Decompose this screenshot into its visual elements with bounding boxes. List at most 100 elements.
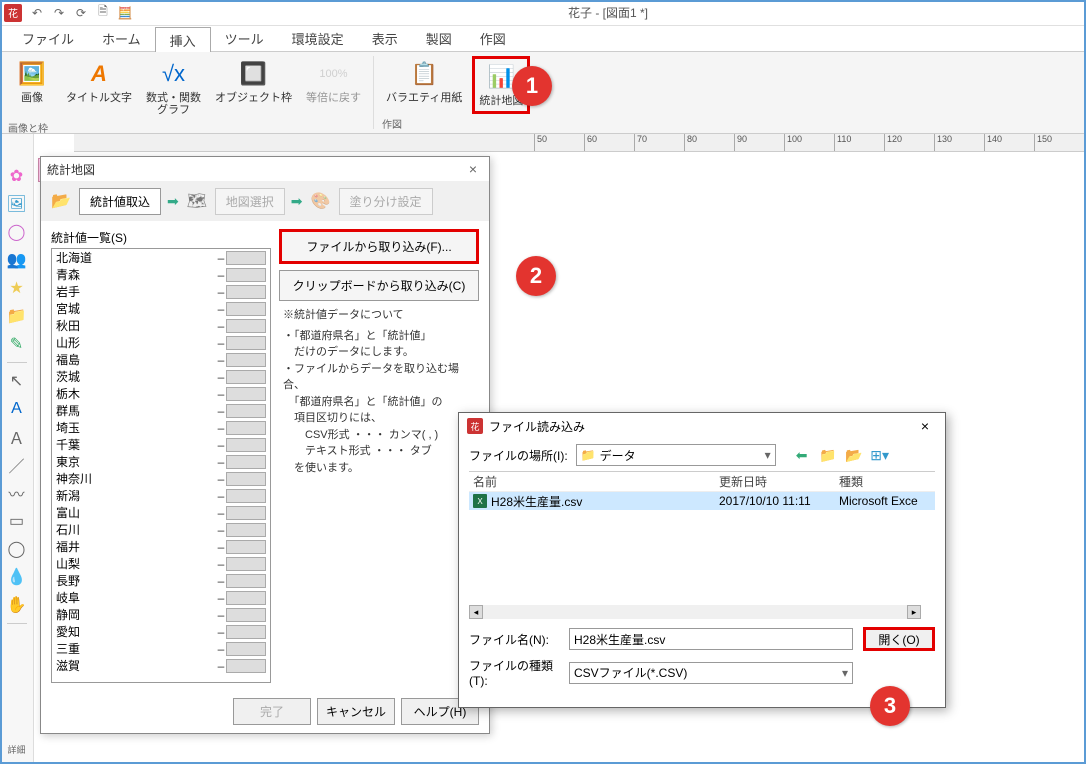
menu-view[interactable]: 表示 (358, 26, 412, 51)
list-item[interactable]: 滋賀– (52, 657, 270, 674)
doc-icon[interactable]: 🗎 (94, 4, 112, 22)
list-item[interactable]: 千葉– (52, 436, 270, 453)
list-item[interactable]: 岩手– (52, 283, 270, 300)
list-item[interactable]: 群馬– (52, 402, 270, 419)
shapes-tool-icon[interactable]: ◯ (5, 220, 29, 244)
curve-tool-icon[interactable]: 〰 (5, 481, 29, 505)
eyedropper-tool-icon[interactable]: 💧 (5, 565, 29, 589)
ribbon-objectframe-button[interactable]: 🔲 オブジェクト枠 (211, 56, 296, 118)
cancel-button[interactable]: キャンセル (317, 698, 395, 725)
value-box[interactable] (226, 404, 266, 418)
line-tool-icon[interactable]: ／ (5, 453, 29, 477)
clipboard-import-button[interactable]: クリップボードから取り込み(C) (279, 270, 479, 301)
location-combo[interactable]: 📁 データ ▾ (576, 444, 776, 466)
folder-open-icon[interactable]: 📂 (49, 189, 73, 213)
pen-tool-icon[interactable]: ✎ (5, 332, 29, 356)
undo-icon[interactable]: ↶ (28, 4, 46, 22)
view-menu-icon[interactable]: ⊞▾ (870, 445, 890, 465)
menu-drafting[interactable]: 製図 (412, 26, 466, 51)
list-item[interactable]: 新潟– (52, 487, 270, 504)
col-date[interactable]: 更新日時 (719, 473, 839, 490)
people-tool-icon[interactable]: 👥 (5, 248, 29, 272)
scroll-left-icon[interactable]: ◂ (469, 605, 483, 619)
close-icon[interactable]: × (913, 418, 937, 434)
redo-icon[interactable]: ↷ (50, 4, 68, 22)
text2-tool-icon[interactable]: Ａ (5, 425, 29, 449)
value-box[interactable] (226, 642, 266, 656)
menu-file[interactable]: ファイル (8, 26, 88, 51)
close-icon[interactable]: × (463, 161, 483, 177)
value-box[interactable] (226, 472, 266, 486)
ellipse-tool-icon[interactable]: ◯ (5, 537, 29, 561)
filetype-select[interactable]: CSVファイル(*.CSV) ▾ (569, 662, 853, 684)
list-item[interactable]: 長野– (52, 572, 270, 589)
value-box[interactable] (226, 319, 266, 333)
value-box[interactable] (226, 591, 266, 605)
file-import-button[interactable]: ファイルから取り込み(F)... (279, 229, 479, 264)
hand-tool-icon[interactable]: ✋ (5, 593, 29, 617)
list-item[interactable]: 静岡– (52, 606, 270, 623)
list-item[interactable]: 山梨– (52, 555, 270, 572)
menu-drawing[interactable]: 作図 (466, 26, 520, 51)
menu-insert[interactable]: 挿入 (155, 27, 211, 52)
list-item[interactable]: 青森– (52, 266, 270, 283)
value-box[interactable] (226, 489, 266, 503)
calc-icon[interactable]: 🧮 (116, 4, 134, 22)
value-box[interactable] (226, 523, 266, 537)
picture-tool-icon[interactable]: 🖼 (5, 192, 29, 216)
list-item[interactable]: 福島– (52, 351, 270, 368)
col-type[interactable]: 種類 (839, 473, 935, 490)
filename-input[interactable] (569, 628, 853, 650)
value-box[interactable] (226, 540, 266, 554)
value-box[interactable] (226, 506, 266, 520)
list-item[interactable]: 富山– (52, 504, 270, 521)
value-box[interactable] (226, 421, 266, 435)
value-box[interactable] (226, 557, 266, 571)
fileopen-titlebar[interactable]: 花 ファイル読み込み × (459, 413, 945, 439)
list-item[interactable]: 東京– (52, 453, 270, 470)
list-item[interactable]: 北海道– (52, 249, 270, 266)
menu-tool[interactable]: ツール (211, 26, 278, 51)
back-icon[interactable]: ⬅ (792, 445, 812, 465)
flower-tool-icon[interactable]: ✿ (5, 164, 29, 188)
detail-label[interactable]: 詳細 (7, 743, 25, 756)
value-box[interactable] (226, 353, 266, 367)
value-box[interactable] (226, 336, 266, 350)
arrow-tool-icon[interactable]: ↖ (5, 369, 29, 393)
list-item[interactable]: 福井– (52, 538, 270, 555)
value-box[interactable] (226, 659, 266, 673)
refresh-icon[interactable]: ⟳ (72, 4, 90, 22)
value-box[interactable] (226, 387, 266, 401)
ribbon-image-button[interactable]: 🖼️ 画像 (8, 56, 56, 118)
menu-home[interactable]: ホーム (88, 26, 155, 51)
dialog-titlebar[interactable]: 統計地図 × (41, 157, 489, 181)
text-tool-icon[interactable]: A (5, 397, 29, 421)
chevron-down-icon[interactable]: ▾ (842, 666, 848, 680)
list-item[interactable]: 愛知– (52, 623, 270, 640)
list-item[interactable]: 茨城– (52, 368, 270, 385)
value-box[interactable] (226, 285, 266, 299)
list-item[interactable]: 石川– (52, 521, 270, 538)
value-box[interactable] (226, 268, 266, 282)
rect-tool-icon[interactable]: ▭ (5, 509, 29, 533)
list-item[interactable]: 三重– (52, 640, 270, 657)
value-box[interactable] (226, 251, 266, 265)
list-item[interactable]: 神奈川– (52, 470, 270, 487)
col-name[interactable]: 名前 (469, 473, 719, 490)
value-box[interactable] (226, 455, 266, 469)
prefecture-listbox[interactable]: 北海道–青森–岩手–宮城–秋田–山形–福島–茨城–栃木–群馬–埼玉–千葉–東京–… (51, 248, 271, 683)
new-folder-icon[interactable]: 📂 (844, 445, 864, 465)
import-stats-button[interactable]: 統計値取込 (79, 188, 161, 215)
ribbon-titletext-button[interactable]: A タイトル文字 (62, 56, 136, 118)
value-box[interactable] (226, 574, 266, 588)
list-item[interactable]: 秋田– (52, 317, 270, 334)
file-row[interactable]: XH28米生産量.csv 2017/10/10 11:11 Microsoft … (469, 492, 935, 510)
value-box[interactable] (226, 608, 266, 622)
list-item[interactable]: 栃木– (52, 385, 270, 402)
ribbon-formula-button[interactable]: √x 数式・関数 グラフ (142, 56, 205, 118)
up-icon[interactable]: 📁 (818, 445, 838, 465)
value-box[interactable] (226, 438, 266, 452)
scroll-right-icon[interactable]: ▸ (907, 605, 921, 619)
value-box[interactable] (226, 625, 266, 639)
list-item[interactable]: 岐阜– (52, 589, 270, 606)
